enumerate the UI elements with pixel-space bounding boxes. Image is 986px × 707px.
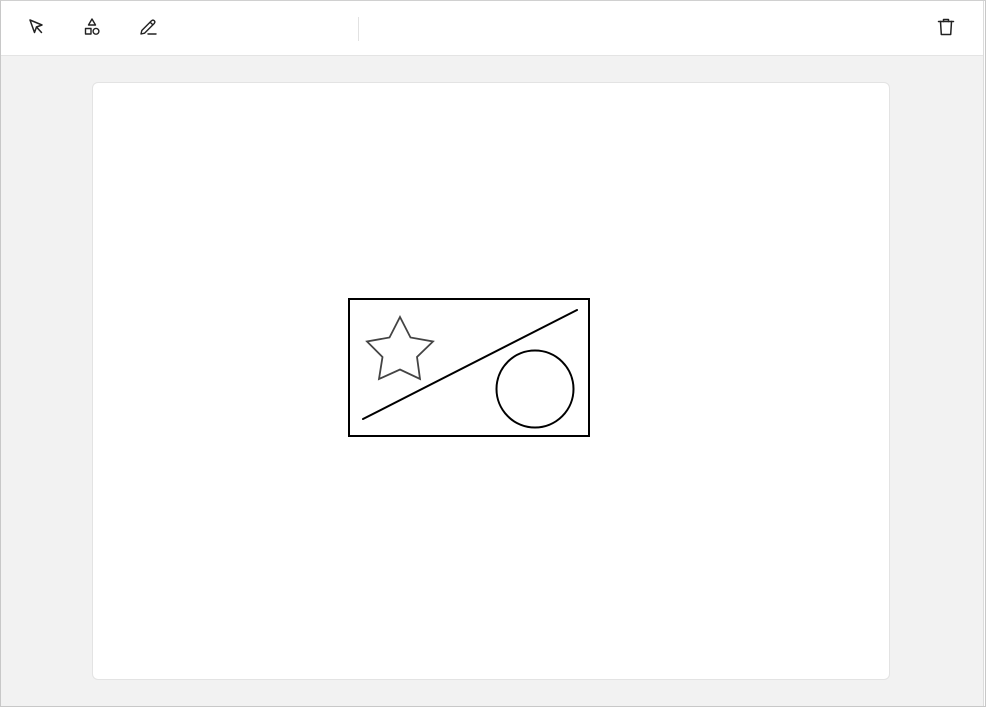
shapes-icon bbox=[81, 16, 103, 38]
toolbar bbox=[1, 1, 983, 56]
toolbar-divider bbox=[358, 17, 359, 41]
shapes-tool-button[interactable] bbox=[78, 13, 106, 41]
delete-button[interactable] bbox=[932, 13, 960, 41]
select-tool-button[interactable] bbox=[22, 13, 50, 41]
trash-icon bbox=[935, 16, 957, 38]
cursor-arrow-icon bbox=[26, 17, 46, 37]
pen-icon bbox=[137, 16, 159, 38]
drawing-canvas[interactable] bbox=[92, 82, 890, 680]
pen-tool-button[interactable] bbox=[134, 13, 162, 41]
